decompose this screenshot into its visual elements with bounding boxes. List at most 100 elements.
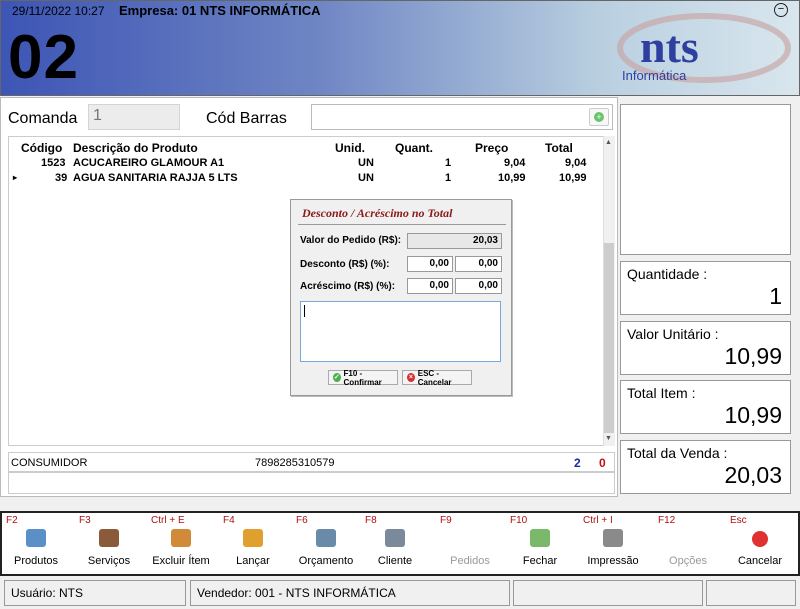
cancel-dialog-label: ESC - Cancelar bbox=[417, 368, 452, 387]
valor-pedido-field: 20,03 bbox=[407, 233, 502, 249]
row-preco: 10,99 bbox=[498, 172, 526, 184]
row-pointer-icon: ▸ bbox=[13, 173, 18, 182]
acrescimo-label: Acréscimo (R$) (%): bbox=[300, 281, 396, 292]
row-preco: 9,04 bbox=[504, 157, 526, 169]
observation-memo[interactable] bbox=[300, 301, 501, 362]
info-bar-secondary bbox=[8, 472, 615, 494]
barcode-add-button[interactable]: + bbox=[589, 108, 609, 126]
scroll-down-icon[interactable]: ▼ bbox=[605, 435, 612, 442]
toolbar-label: Orçamento bbox=[298, 555, 354, 567]
status-usuario: Usuário: NTS bbox=[4, 580, 186, 606]
options-icon bbox=[678, 529, 698, 547]
comanda-input[interactable]: 1 bbox=[88, 104, 180, 130]
header-empresa: Empresa: 01 NTS INFORMÁTICA bbox=[119, 3, 321, 18]
cancel-dialog-button[interactable]: × ESC - Cancelar bbox=[402, 368, 472, 387]
desconto-pct-input[interactable]: 0,00 bbox=[455, 256, 502, 272]
toolbar-label: Produtos bbox=[13, 555, 59, 567]
row-codigo: 1523 bbox=[41, 157, 66, 169]
logo-subtitle: Informática bbox=[622, 68, 687, 83]
toolbar-label: Cancelar bbox=[737, 555, 783, 567]
toolbar-label: Lançar bbox=[236, 555, 270, 567]
shortcut-key: F2 bbox=[6, 515, 18, 526]
row-total: 9,04 bbox=[565, 157, 587, 169]
toolbar-button-or-amento[interactable]: F6 Orçamento bbox=[290, 513, 362, 573]
barcode-input[interactable] bbox=[311, 104, 613, 130]
shortcut-key: F12 bbox=[658, 515, 676, 526]
printer-icon bbox=[603, 529, 623, 547]
quantidade-label: Quantidade : bbox=[627, 266, 708, 282]
shortcut-key: F9 bbox=[440, 515, 452, 526]
barcode-label: Cód Barras bbox=[206, 110, 287, 127]
item-count: 2 bbox=[574, 456, 581, 470]
toolbar-button-lan-ar[interactable]: F4 Lançar bbox=[217, 513, 289, 573]
row-quant: 1 bbox=[445, 157, 452, 169]
col-quant: Quant. bbox=[395, 141, 433, 155]
toolbar-label: Cliente bbox=[377, 555, 413, 567]
check-icon: ✓ bbox=[333, 373, 341, 382]
toolbar-button-pedidos[interactable]: F9 Pedidos bbox=[434, 513, 506, 573]
desconto-rs-input[interactable]: 0,00 bbox=[407, 256, 453, 272]
quantidade-value: 1 bbox=[769, 283, 782, 309]
services-icon bbox=[99, 529, 119, 547]
toolbar-label: Fechar bbox=[522, 555, 558, 567]
row-unid: UN bbox=[358, 157, 374, 169]
toolbar-button-fechar[interactable]: F10 Fechar bbox=[504, 513, 576, 573]
dialog-divider bbox=[298, 224, 506, 225]
discount-dialog bbox=[290, 199, 512, 396]
toolbar-button-op-es[interactable]: F12 Opções bbox=[652, 513, 724, 573]
col-preco: Preço bbox=[475, 141, 509, 155]
scroll-up-icon[interactable]: ▲ bbox=[605, 139, 612, 146]
shortcut-key: F4 bbox=[223, 515, 235, 526]
scroll-thumb[interactable] bbox=[604, 243, 614, 433]
customer-name: CONSUMIDOR bbox=[11, 457, 88, 469]
toolbar-button-impress-o[interactable]: Ctrl + I Impressão bbox=[577, 513, 649, 573]
header-datetime: 29/11/2022 10:27 bbox=[12, 4, 105, 18]
shortcut-key: F3 bbox=[79, 515, 91, 526]
valor-unitario-value: 10,99 bbox=[724, 343, 782, 369]
plus-icon: + bbox=[594, 112, 604, 122]
products-icon bbox=[26, 529, 46, 547]
confirm-label: F10 - Confirmar bbox=[343, 368, 382, 387]
client-card-icon bbox=[385, 529, 405, 547]
total-item-value: 10,99 bbox=[724, 402, 782, 428]
row-quant: 1 bbox=[445, 172, 452, 184]
col-unid: Unid. bbox=[335, 141, 365, 155]
confirm-button[interactable]: ✓ F10 - Confirmar bbox=[328, 368, 398, 387]
logo-text: nts bbox=[640, 21, 699, 72]
cancelled-count: 0 bbox=[599, 456, 606, 470]
status-vendedor: Vendedor: 001 - NTS INFORMÁTICA bbox=[190, 580, 510, 606]
toolbar-button-cancelar[interactable]: Esc Cancelar bbox=[724, 513, 796, 573]
quantidade-box: Quantidade : 1 bbox=[620, 261, 791, 315]
row-total: 10,99 bbox=[559, 172, 587, 184]
total-venda-box: Total da Venda : 20,03 bbox=[620, 440, 791, 494]
text-cursor bbox=[304, 305, 305, 317]
terminal-number: 02 bbox=[8, 23, 79, 92]
total-venda-label: Total da Venda : bbox=[627, 445, 728, 461]
customer-bar: CONSUMIDOR 7898285310579 2 0 bbox=[8, 452, 615, 472]
toolbar-button-produtos[interactable]: F2 Produtos bbox=[0, 513, 72, 573]
shortcut-key: F6 bbox=[296, 515, 308, 526]
shortcut-key: Esc bbox=[730, 515, 747, 526]
acrescimo-rs-input[interactable]: 0,00 bbox=[407, 278, 453, 294]
dialog-title: Desconto / Acréscimo no Total bbox=[302, 206, 453, 220]
total-item-box: Total Item : 10,99 bbox=[620, 380, 791, 434]
row-codigo: 39 bbox=[55, 172, 68, 184]
toolbar-label: Impressão bbox=[587, 555, 639, 567]
toolbar-button-cliente[interactable]: F8 Cliente bbox=[359, 513, 431, 573]
shortcut-key: Ctrl + I bbox=[583, 515, 613, 526]
comanda-label: Comanda bbox=[8, 110, 78, 127]
toolbar-button-servi-os[interactable]: F3 Serviços bbox=[73, 513, 145, 573]
orders-icon bbox=[460, 529, 480, 547]
total-venda-value: 20,03 bbox=[724, 462, 782, 488]
toolbar-label: Opções bbox=[669, 555, 707, 567]
acrescimo-pct-input[interactable]: 0,00 bbox=[455, 278, 502, 294]
calculator-icon bbox=[316, 529, 336, 547]
desconto-label: Desconto (R$) (%): bbox=[300, 259, 390, 270]
toolbar-label: Serviços bbox=[87, 555, 131, 567]
col-codigo: Código bbox=[21, 141, 63, 155]
row-descricao: AGUA SANITARIA RAJJA 5 LTS bbox=[73, 172, 238, 184]
valor-unitario-box: Valor Unitário : 10,99 bbox=[620, 321, 791, 375]
col-descricao: Descrição do Produto bbox=[73, 141, 198, 155]
toolbar-button-excluir-tem[interactable]: Ctrl + E Excluir Ítem bbox=[145, 513, 217, 573]
product-image-box bbox=[620, 104, 791, 255]
